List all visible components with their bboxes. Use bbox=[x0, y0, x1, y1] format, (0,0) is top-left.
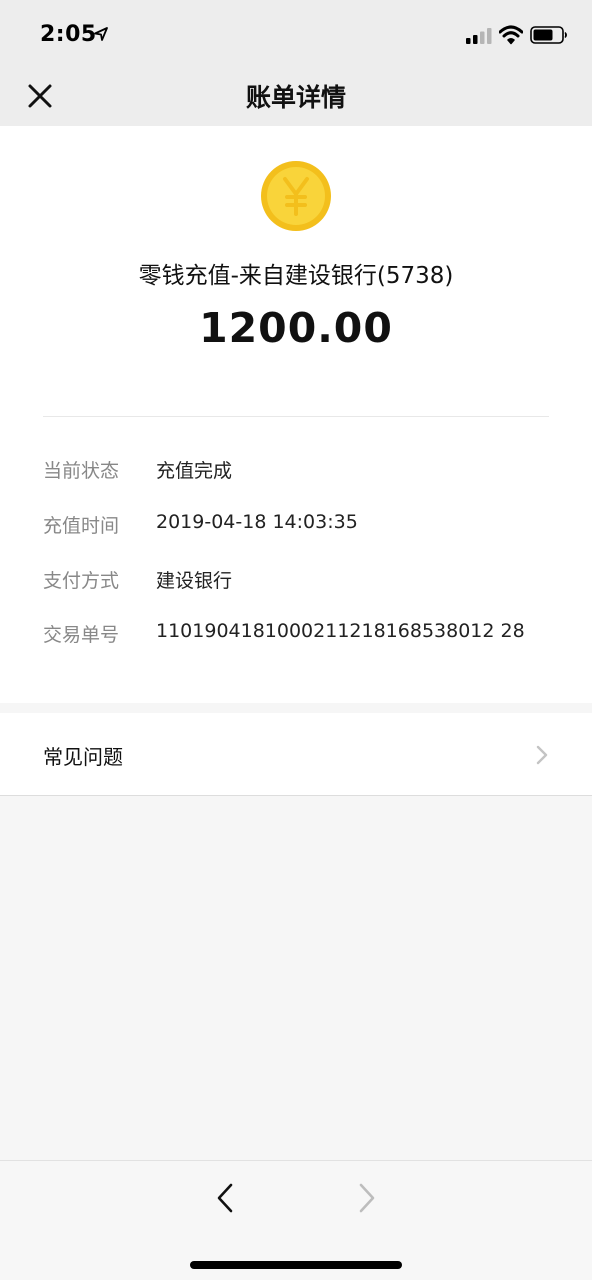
wifi-icon bbox=[499, 25, 523, 45]
navigation-bar: 账单详情 bbox=[0, 66, 592, 126]
faq-row[interactable]: 常见问题 bbox=[0, 713, 592, 796]
status-time: 2:05 bbox=[40, 22, 97, 47]
chevron-right-icon bbox=[536, 745, 548, 765]
detail-value: 1101904181000211218168538012 28 bbox=[156, 620, 525, 642]
page-title: 账单详情 bbox=[245, 83, 346, 112]
detail-row-payment-method: 支付方式 建设银行 bbox=[43, 566, 563, 596]
bill-detail-page: 2:05 账单详情 零钱充值-来自建设银行(5738) 1200.00 当前状态… bbox=[0, 0, 592, 1280]
detail-row-transaction-id: 交易单号 1101904181000211218168538012 28 bbox=[43, 620, 563, 650]
detail-label: 交易单号 bbox=[43, 624, 120, 646]
detail-row-status: 当前状态 充值完成 bbox=[43, 456, 563, 486]
detail-row-time: 充值时间 2019-04-18 14:03:35 bbox=[43, 511, 563, 541]
cellular-signal-icon bbox=[466, 28, 492, 44]
transaction-card: 零钱充值-来自建设银行(5738) 1200.00 当前状态 充值完成 充值时间… bbox=[0, 126, 592, 703]
bottom-toolbar bbox=[0, 1160, 592, 1280]
detail-label: 充值时间 bbox=[43, 515, 120, 537]
detail-value: 2019-04-18 14:03:35 bbox=[156, 511, 358, 533]
battery-icon bbox=[530, 26, 567, 44]
home-indicator bbox=[190, 1261, 402, 1269]
location-arrow-icon bbox=[94, 27, 108, 41]
detail-value: 建设银行 bbox=[156, 570, 233, 592]
status-bar: 2:05 bbox=[0, 0, 592, 66]
detail-value: 充值完成 bbox=[156, 460, 233, 482]
chevron-left-icon[interactable] bbox=[212, 1181, 240, 1215]
faq-label: 常见问题 bbox=[43, 745, 123, 769]
detail-label: 当前状态 bbox=[43, 460, 120, 482]
transaction-title: 零钱充值-来自建设银行(5738) bbox=[138, 263, 454, 289]
yuan-coin-icon bbox=[261, 161, 331, 231]
chevron-right-icon bbox=[359, 1183, 375, 1213]
transaction-amount: 1200.00 bbox=[199, 304, 393, 352]
divider bbox=[43, 416, 549, 417]
detail-label: 支付方式 bbox=[43, 570, 120, 592]
